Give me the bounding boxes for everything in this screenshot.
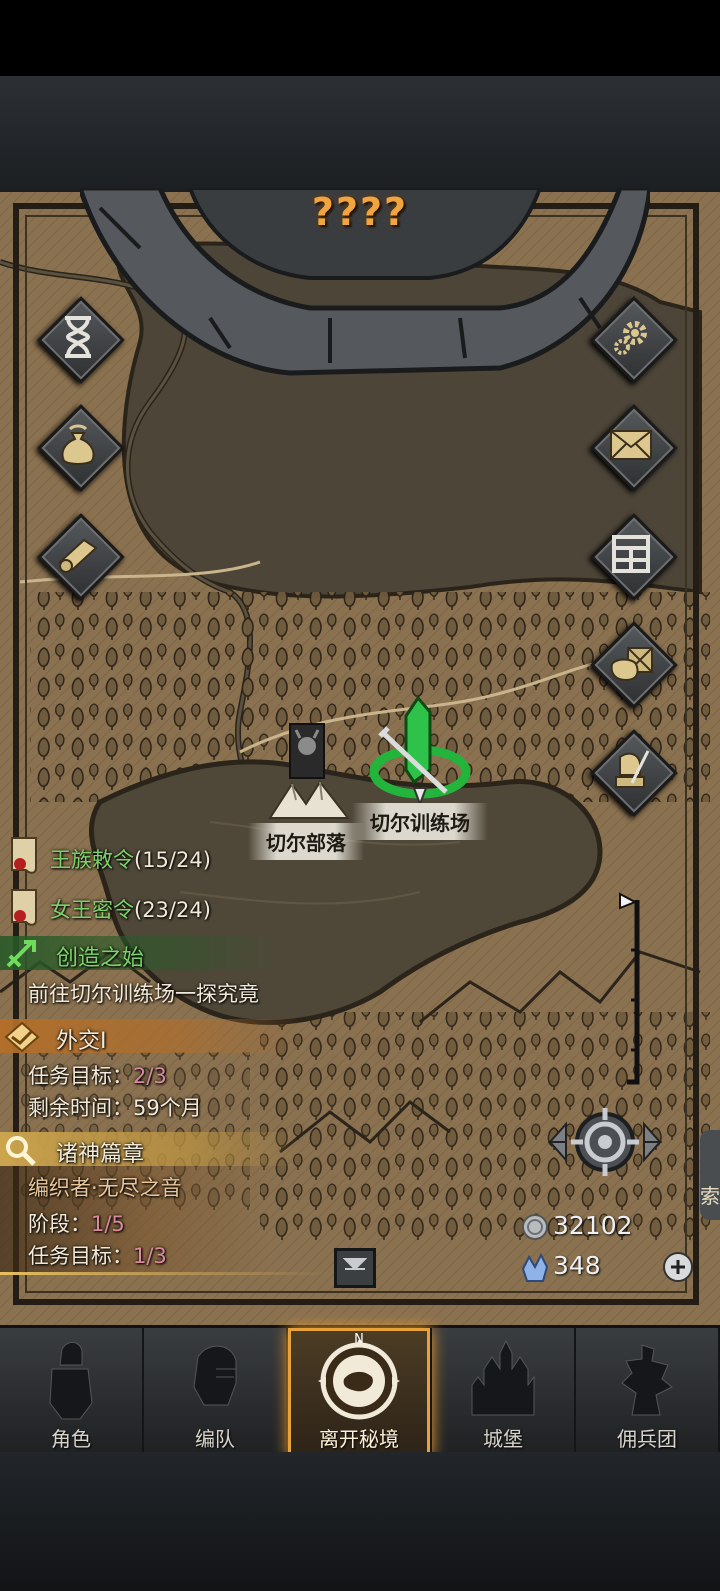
quest-royal-decree[interactable]: 王族敕令(15/24) — [50, 844, 211, 874]
quest-gods-target: 任务目标：1/3 — [28, 1240, 167, 1270]
nav-label-mercenary: 佣兵团 — [617, 1427, 677, 1451]
supplies-icon — [610, 647, 653, 682]
collapse-quests-button[interactable] — [334, 1248, 376, 1288]
scroll-button[interactable] — [37, 513, 125, 601]
gear-icon — [614, 321, 647, 355]
knight-button[interactable] — [590, 729, 678, 817]
quest-diplomacy-target: 任务目标：2/3 — [28, 1060, 167, 1090]
quest-diplomacy-target-value: 2/3 — [133, 1064, 167, 1088]
add-crystal-button[interactable] — [663, 1252, 693, 1282]
quest-queen-order-title: 女王密令 — [50, 898, 134, 922]
nav-label-castle: 城堡 — [483, 1427, 523, 1451]
map-title: ???? — [311, 190, 409, 234]
quest-diplomacy-time: 剩余时间：59个月 — [28, 1092, 202, 1122]
zoom-slider[interactable] — [617, 890, 647, 1090]
quest-gods-title: 诸神篇章 — [56, 1142, 145, 1167]
knight-icon — [615, 750, 650, 788]
locate-button[interactable] — [548, 1104, 662, 1184]
compass-letter: N — [354, 1332, 364, 1347]
nav-label-leave-realm: 离开秘境 — [319, 1427, 399, 1451]
nav-castle[interactable]: 城堡 — [432, 1328, 576, 1458]
diplomacy-icon — [4, 1021, 40, 1053]
quest-diplomacy-target-label: 任务目标： — [28, 1064, 133, 1088]
nav-team[interactable]: 编队 — [144, 1328, 288, 1458]
settings-button[interactable] — [590, 296, 678, 384]
mail-icon — [610, 430, 652, 460]
chevron-down-icon — [343, 1258, 367, 1271]
quest-gods-stage: 阶段：1/5 — [28, 1208, 125, 1238]
quest-royal-decree-title: 王族敕令 — [50, 848, 134, 872]
header-band — [0, 76, 720, 194]
mountain-icon — [268, 780, 350, 819]
quest-gods-subtitle: 编织者·无尽之音 — [28, 1176, 182, 1200]
nav-character[interactable]: 角色 — [0, 1328, 144, 1458]
bottom-band — [0, 1452, 720, 1591]
silver-amount: 32102 — [553, 1211, 633, 1240]
decree-scroll-icon — [8, 834, 44, 876]
queen-scroll-icon — [8, 886, 44, 928]
nav-mercenary[interactable]: 佣兵团 — [576, 1328, 720, 1458]
quest-gods-header[interactable] — [0, 1132, 300, 1166]
crystal-icon — [521, 1253, 549, 1282]
status-bar — [0, 0, 720, 76]
mercenary-icon — [621, 1344, 673, 1416]
arrow-right-icon — [643, 1121, 662, 1163]
money-bag-button[interactable] — [37, 404, 125, 492]
map-grid-button[interactable] — [590, 513, 678, 601]
quest-diplomacy-header[interactable] — [0, 1019, 300, 1053]
supplies-button[interactable] — [590, 621, 678, 709]
team-icon — [193, 1345, 237, 1406]
quest-gods-stage-label: 阶段： — [28, 1212, 91, 1236]
quest-diplomacy-time-label: 剩余时间： — [28, 1096, 133, 1120]
map-grid-icon — [612, 535, 650, 573]
tribe-banner-icon — [289, 723, 325, 779]
hourglass-button[interactable] — [37, 296, 125, 384]
side-drawer-tab[interactable]: 索 — [700, 1130, 720, 1220]
castle-icon — [471, 1339, 535, 1416]
training-ground-marker-icon[interactable] — [368, 692, 478, 810]
location-label-tribe[interactable]: 切尔部落 — [248, 823, 364, 860]
quest-diplomacy-time-value: 59个月 — [133, 1096, 202, 1120]
quest-royal-decree-progress: (15/24) — [134, 848, 211, 872]
nav-label-team: 编队 — [195, 1427, 235, 1451]
quest-diplomacy-title: 外交I — [56, 1029, 107, 1054]
character-icon — [49, 1342, 93, 1420]
crystal-amount: 348 — [553, 1251, 601, 1280]
sword-icon — [6, 940, 36, 968]
silver-coin-icon — [522, 1214, 548, 1240]
magnifier-icon — [6, 1136, 36, 1166]
location-label-training-ground[interactable]: 切尔训练场 — [352, 803, 488, 840]
nav-label-character: 角色 — [51, 1427, 91, 1451]
plus-icon — [671, 1260, 685, 1274]
compass-icon — [318, 1339, 400, 1420]
money-bag-icon — [61, 424, 95, 465]
quest-queen-order-progress: (23/24) — [134, 898, 211, 922]
hourglass-icon — [65, 316, 91, 358]
quest-origin-title: 创造之始 — [56, 946, 145, 971]
quest-panel-divider — [0, 1272, 330, 1275]
scroll-icon — [58, 538, 98, 573]
bottom-nav: 角色 编队 N 离开秘境 城堡 佣兵团 — [0, 1325, 720, 1458]
mail-button[interactable] — [590, 404, 678, 492]
quest-gods-target-value: 1/3 — [133, 1244, 167, 1268]
arrow-left-icon — [548, 1121, 567, 1163]
nav-leave-realm[interactable]: N 离开秘境 — [288, 1328, 432, 1458]
quest-gods-target-label: 任务目标： — [28, 1244, 133, 1268]
quest-queen-order[interactable]: 女王密令(23/24) — [50, 894, 211, 924]
quest-gods-stage-value: 1/5 — [91, 1212, 125, 1236]
quest-origin-desc: 前往切尔训练场一探究竟 — [28, 982, 259, 1006]
